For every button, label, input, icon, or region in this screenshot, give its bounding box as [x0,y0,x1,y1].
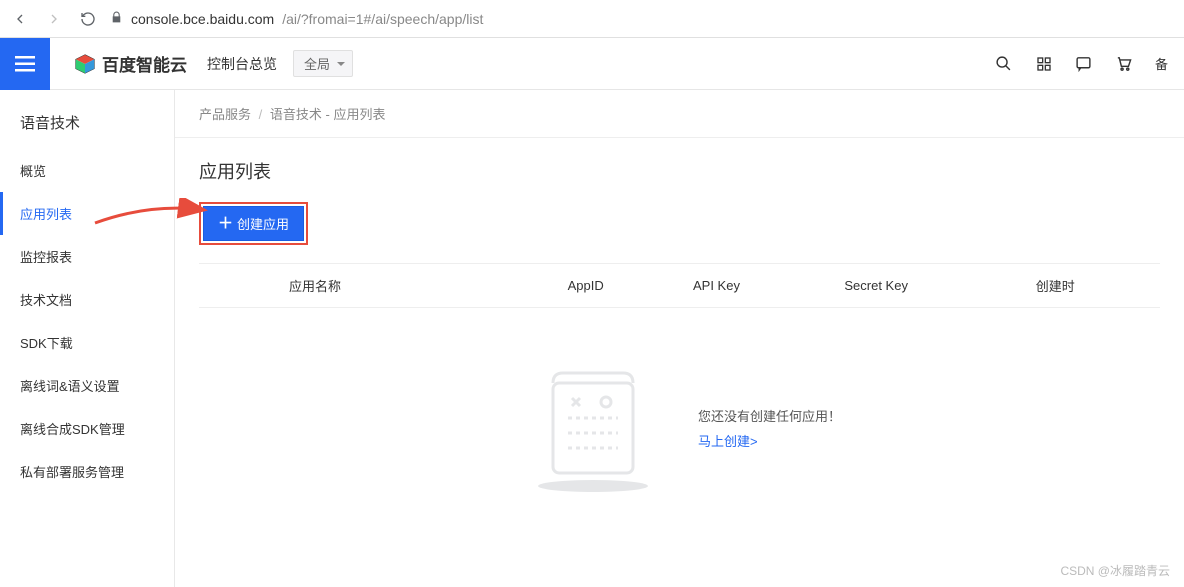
sidebar-item-docs[interactable]: 技术文档 [0,278,174,321]
lock-icon [110,11,123,27]
sidebar-item-offline-tts[interactable]: 离线合成SDK管理 [0,407,174,450]
header-actions: 备 [995,54,1184,73]
brand-logo[interactable]: 百度智能云 [74,51,187,76]
plus-icon: ＋ [218,216,233,231]
brand-name: 百度智能云 [102,51,187,76]
url-host: console.bce.baidu.com [131,11,274,27]
apps-icon[interactable] [1035,55,1053,73]
create-app-button[interactable]: ＋ 创建应用 [203,206,304,241]
message-icon[interactable] [1075,55,1093,73]
empty-text-block: 您还没有创建任何应用！ 马上创建> [698,406,841,450]
breadcrumb-current: 语音技术 - 应用列表 [270,107,386,122]
search-icon[interactable] [995,55,1013,73]
breadcrumb-root[interactable]: 产品服务 [199,107,251,122]
empty-state: 您还没有创建任何应用！ 马上创建> [199,308,1160,518]
scope-selector[interactable]: 全局 [293,50,353,77]
col-app-name: 应用名称 [199,264,560,308]
forward-button[interactable] [42,7,66,31]
page-title: 应用列表 [199,138,1160,202]
create-button-highlight: ＋ 创建应用 [199,202,308,245]
menu-toggle[interactable] [0,38,50,90]
url-bar[interactable]: console.bce.baidu.com/ai/?fromai=1#/ai/s… [110,11,1176,27]
main-layout: 语音技术 概览 应用列表 监控报表 技术文档 SDK下载 离线词&语义设置 离线… [0,90,1184,587]
sidebar: 语音技术 概览 应用列表 监控报表 技术文档 SDK下载 离线词&语义设置 离线… [0,90,175,587]
breadcrumb: 产品服务 / 语音技术 - 应用列表 [175,90,1184,138]
breadcrumb-separator: / [259,107,263,122]
console-title[interactable]: 控制台总览 [207,54,277,74]
empty-illustration-icon [518,358,668,498]
watermark: CSDN @冰履踏青云 [1060,562,1170,579]
col-app-id: AppID [560,264,685,308]
scope-value: 全局 [304,57,330,72]
sidebar-group-title: 语音技术 [0,92,174,149]
backup-link[interactable]: 备 [1155,54,1168,73]
app-table: 应用名称 AppID API Key Secret Key 创建时 [199,263,1160,308]
sidebar-item-app-list[interactable]: 应用列表 [0,192,174,235]
cart-icon[interactable] [1115,55,1133,73]
sidebar-item-monitor[interactable]: 监控报表 [0,235,174,278]
browser-chrome: console.bce.baidu.com/ai/?fromai=1#/ai/s… [0,0,1184,38]
col-secret-key: Secret Key [836,264,1027,308]
sidebar-item-private-deploy[interactable]: 私有部署服务管理 [0,450,174,493]
empty-message: 您还没有创建任何应用！ [698,409,841,424]
url-path: /ai/?fromai=1#/ai/speech/app/list [282,11,483,27]
empty-create-link[interactable]: 马上创建> [698,431,841,450]
col-api-key: API Key [685,264,836,308]
sidebar-item-sdk[interactable]: SDK下载 [0,321,174,364]
main-content: 产品服务 / 语音技术 - 应用列表 应用列表 ＋ 创建应用 应用名称 AppI… [175,90,1184,587]
logo-icon [74,53,96,75]
app-header: 百度智能云 控制台总览 全局 备 [0,38,1184,90]
col-created: 创建时 [1028,264,1160,308]
reload-button[interactable] [76,7,100,31]
sidebar-item-offline-nlu[interactable]: 离线词&语义设置 [0,364,174,407]
create-button-label: 创建应用 [237,214,289,233]
sidebar-item-overview[interactable]: 概览 [0,149,174,192]
back-button[interactable] [8,7,32,31]
